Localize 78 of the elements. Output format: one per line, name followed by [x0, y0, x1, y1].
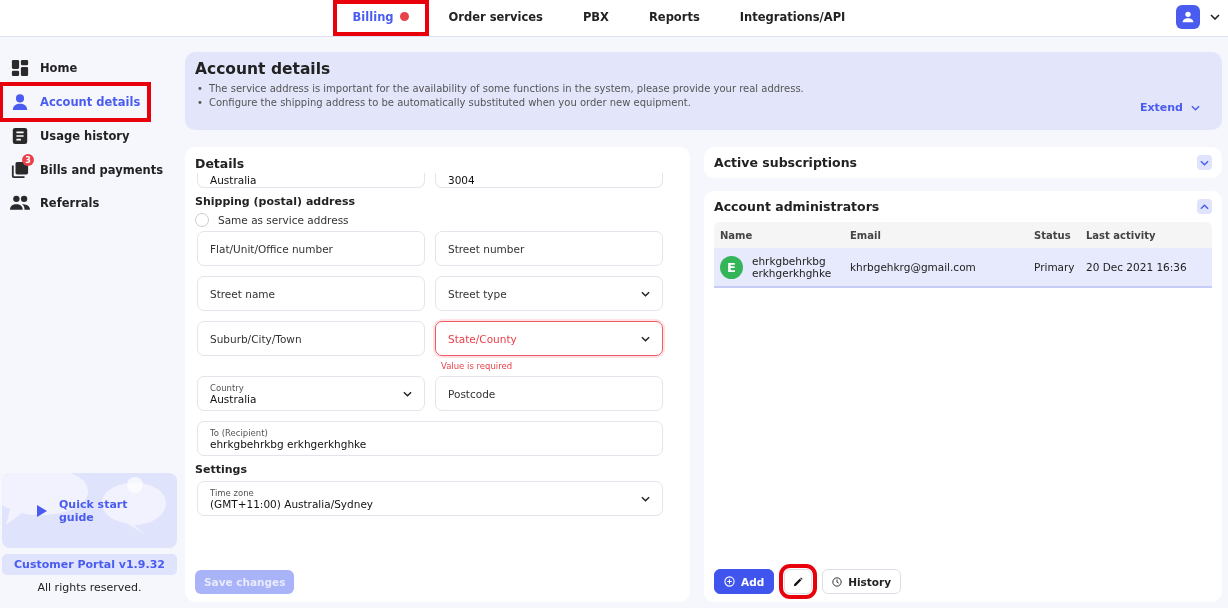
section-title: Details	[195, 156, 246, 171]
plus-circle-icon	[724, 576, 735, 587]
input-field[interactable]: Street name	[197, 276, 425, 311]
input-field[interactable]: Postcode	[435, 376, 663, 411]
sidebar-label: Usage history	[40, 129, 130, 143]
document-icon	[11, 127, 29, 145]
version-label: Customer Portal v1.9.32	[2, 554, 177, 575]
input-field[interactable]: Flat/Unit/Office number	[197, 231, 425, 266]
sidebar-item[interactable]: Usage history	[4, 121, 136, 151]
table-cell-text: Primary	[1034, 261, 1076, 273]
dropdown-field[interactable]: Time zone (GMT+11:00) Australia/Sydney	[197, 481, 663, 516]
dropdown-field[interactable]: Country Australia	[197, 376, 425, 411]
user-avatar: E	[720, 255, 743, 279]
input-field[interactable]: Street number	[435, 231, 663, 266]
bills-stack-icon	[11, 161, 29, 179]
nav-tab[interactable]: Reports	[629, 0, 720, 36]
sidebar-label: Account details	[40, 95, 141, 109]
dropdown-field[interactable]: State/County	[435, 321, 663, 356]
error-message: Value is required	[441, 361, 514, 371]
nav-tab[interactable]: Integrations/API	[719, 0, 866, 36]
expand-toggle[interactable]	[1197, 155, 1212, 170]
sidebar-item[interactable]: 3 Bills and payments	[4, 155, 170, 185]
section-title: Settings	[195, 463, 248, 476]
sidebar-item[interactable]: Referrals	[4, 189, 106, 216]
input-field[interactable]: Australia	[197, 173, 425, 188]
chevron-down-icon[interactable]	[1210, 14, 1220, 20]
bullet-mark: •	[197, 83, 203, 94]
chevron-down-icon	[641, 290, 650, 297]
dropdown-field[interactable]: Street type	[435, 276, 663, 311]
section-title: Shipping (postal) address	[195, 195, 357, 208]
nav-tab[interactable]: Order services	[428, 0, 563, 36]
people-icon	[10, 195, 30, 210]
pencil-icon	[793, 576, 804, 587]
nav-tab[interactable]: PBX	[562, 0, 629, 36]
quick-start-link[interactable]: Quick start guide	[59, 497, 129, 524]
sidebar-label: Bills and payments	[40, 163, 164, 177]
table-cell-text: khrbgehkrg@gmail.com	[850, 261, 977, 273]
copyright-text: All rights reserved.	[37, 581, 142, 594]
table-cell: ehrkgbehrkbg erkhgerkhghke	[752, 255, 832, 279]
info-note: The service address is important for the availability of some functions in the system, please provide your real address.	[208, 83, 804, 94]
input-field[interactable]: To (Recipient) ehrkgbehrkbg erkhgerkhghke	[197, 421, 663, 456]
checkbox-label: Same as service address	[218, 214, 349, 226]
chevron-up-icon	[1200, 203, 1209, 210]
input-field[interactable]: 3004	[435, 173, 663, 188]
user-avatar-button[interactable]	[1176, 5, 1200, 29]
sidebar-item[interactable]: Home	[4, 53, 84, 83]
page-title: Account details	[195, 60, 332, 78]
chevron-down-icon	[403, 390, 412, 397]
bullet-mark: •	[197, 97, 203, 108]
nav-tab[interactable]: Billing	[332, 0, 429, 36]
history-button[interactable]: History	[822, 569, 902, 594]
sidebar-item[interactable]: Account details	[4, 87, 147, 117]
extend-link[interactable]: Extend	[1139, 101, 1212, 114]
info-note: Configure the shipping address to be automatically substituted when you order new equipment.	[208, 97, 691, 108]
play-icon	[37, 504, 47, 517]
count-badge: 3	[22, 154, 34, 166]
column-header: Email	[850, 229, 882, 241]
column-header: Last activity	[1086, 229, 1157, 241]
expand-toggle[interactable]	[1197, 199, 1212, 214]
dashboard-icon	[11, 59, 29, 77]
table-cell-text: 20 Dec 2021 16:36	[1086, 261, 1188, 273]
chevron-down-icon	[1200, 159, 1209, 166]
chevron-down-icon	[1191, 104, 1200, 111]
panel-title: Active subscriptions	[714, 155, 858, 170]
chevron-down-icon	[641, 495, 650, 502]
column-header: Name	[720, 229, 754, 241]
sidebar-label: Home	[40, 61, 78, 75]
clock-icon	[832, 576, 843, 587]
column-header: Status	[1034, 229, 1072, 241]
sidebar-label: Referrals	[40, 195, 100, 210]
chevron-down-icon	[641, 335, 650, 342]
add-button[interactable]: Add	[714, 569, 775, 594]
table-row[interactable]: E ehrkgbehrkbg erkhgerkhghke khrbgehkrg@gmail.com Primary 20 Dec 2021 16:36	[714, 248, 1212, 288]
panel-title: Account administrators	[714, 199, 880, 214]
quick-start-card[interactable]: Quick start guide	[2, 473, 177, 548]
person-icon	[11, 93, 29, 111]
input-field[interactable]: Suburb/City/Town	[197, 321, 425, 356]
person-icon	[1180, 9, 1196, 25]
